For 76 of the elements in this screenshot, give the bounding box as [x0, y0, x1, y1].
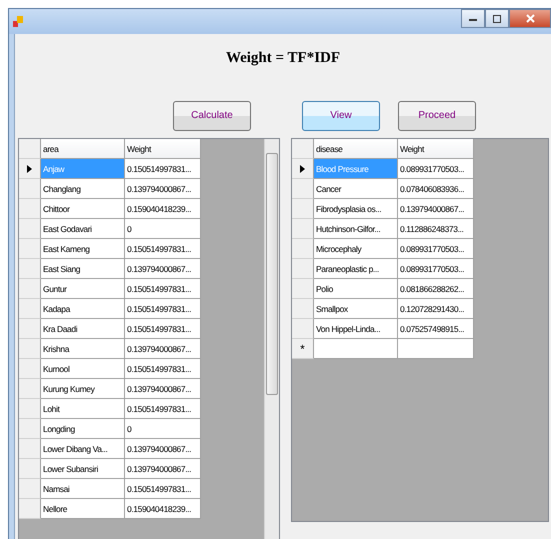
table-cell[interactable]: Cancer [314, 179, 398, 199]
table-cell[interactable]: 0 [125, 419, 201, 439]
table-cell[interactable]: Hutchinson-Gilfor... [314, 219, 398, 239]
table-cell[interactable]: East Godavari [41, 219, 125, 239]
new-row-cell[interactable] [398, 339, 474, 359]
page-heading: Weight = TF*IDF [226, 50, 340, 66]
table-cell[interactable]: 0.150514997831... [125, 239, 201, 259]
table-cell[interactable]: 0.139794000867... [125, 179, 201, 199]
table-cell[interactable]: Chittoor [41, 199, 125, 219]
row-header[interactable] [19, 159, 41, 179]
table-cell[interactable]: Von Hippel-Linda... [314, 319, 398, 339]
new-row-marker: * [292, 339, 314, 359]
table-cell[interactable]: 0.139794000867... [125, 259, 201, 279]
table-cell[interactable]: 0.089931770503... [398, 259, 474, 279]
table-cell[interactable]: Smallpox [314, 299, 398, 319]
table-cell[interactable]: 0.150514997831... [125, 319, 201, 339]
scrollbar[interactable] [264, 139, 279, 539]
table-cell[interactable]: 0.150514997831... [125, 279, 201, 299]
table-cell[interactable]: 0.159040418239... [125, 499, 201, 519]
action-button[interactable]: Proceed [398, 100, 476, 131]
maximize-icon [493, 14, 501, 22]
table-cell[interactable]: Guntur [41, 279, 125, 299]
table-cell[interactable]: Lower Dibang Va... [41, 439, 125, 459]
table-cell[interactable]: 0.075257498915... [398, 319, 474, 339]
action-button[interactable]: Calculate [173, 100, 251, 131]
minimize-button[interactable] [461, 9, 485, 28]
table-cell[interactable]: Kurnool [41, 359, 125, 379]
table-cell[interactable]: 0.139794000867... [398, 199, 474, 219]
table-cell[interactable]: 0.139794000867... [125, 459, 201, 479]
column-header[interactable]: area [41, 139, 125, 159]
app-icon [13, 16, 23, 28]
table-cell[interactable]: Kadapa [41, 299, 125, 319]
row-header[interactable] [292, 159, 314, 179]
table-cell[interactable]: 0.150514997831... [125, 159, 201, 179]
table-cell[interactable]: 0.150514997831... [125, 359, 201, 379]
current-row-icon [300, 164, 305, 172]
table-cell[interactable]: Microcephaly [314, 239, 398, 259]
table-cell[interactable]: Nellore [41, 499, 125, 519]
table-cell[interactable]: Lower Subansiri [41, 459, 125, 479]
minimize-icon [469, 16, 477, 20]
table-cell[interactable]: 0.159040418239... [125, 199, 201, 219]
table-cell[interactable]: Namsai [41, 479, 125, 499]
table-cell[interactable]: 0.081866288262... [398, 279, 474, 299]
table-cell[interactable]: 0.078406083936... [398, 179, 474, 199]
table-cell[interactable]: Changlang [41, 179, 125, 199]
new-row-cell[interactable] [314, 339, 398, 359]
table-cell[interactable]: 0.089931770503... [398, 159, 474, 179]
close-icon [526, 14, 534, 23]
column-header[interactable]: disease [314, 139, 398, 159]
table-cell[interactable]: 0.139794000867... [125, 439, 201, 459]
table-cell[interactable]: Fibrodysplasia os... [314, 199, 398, 219]
table-cell[interactable]: East Kameng [41, 239, 125, 259]
table-cell[interactable]: 0 [125, 219, 201, 239]
column-header[interactable]: Weight [125, 139, 201, 159]
table-cell[interactable]: 0.150514997831... [125, 299, 201, 319]
table-cell[interactable]: Krishna [41, 339, 125, 359]
table-cell[interactable]: 0.089931770503... [398, 239, 474, 259]
close-button[interactable] [509, 9, 551, 28]
table-cell[interactable]: 0.112886248373... [398, 219, 474, 239]
table-cell[interactable]: 0.139794000867... [125, 379, 201, 399]
action-button[interactable]: View [302, 100, 380, 131]
table-cell[interactable]: 0.139794000867... [125, 339, 201, 359]
table-cell[interactable]: 0.150514997831... [125, 399, 201, 419]
table-cell[interactable]: Longding [41, 419, 125, 439]
maximize-button[interactable] [485, 9, 509, 28]
table-cell[interactable]: East Siang [41, 259, 125, 279]
table-cell[interactable]: Lohit [41, 399, 125, 419]
data-grid[interactable] [18, 138, 280, 539]
table-cell[interactable]: 0.150514997831... [125, 479, 201, 499]
column-header[interactable]: Weight [398, 139, 474, 159]
table-cell[interactable]: Kra Daadi [41, 319, 125, 339]
table-cell[interactable]: 0.120728291430... [398, 299, 474, 319]
table-cell[interactable]: Paraneoplastic p... [314, 259, 398, 279]
current-row-icon [27, 164, 32, 172]
table-cell[interactable]: Kurung Kumey [41, 379, 125, 399]
table-cell[interactable]: Polio [314, 279, 398, 299]
